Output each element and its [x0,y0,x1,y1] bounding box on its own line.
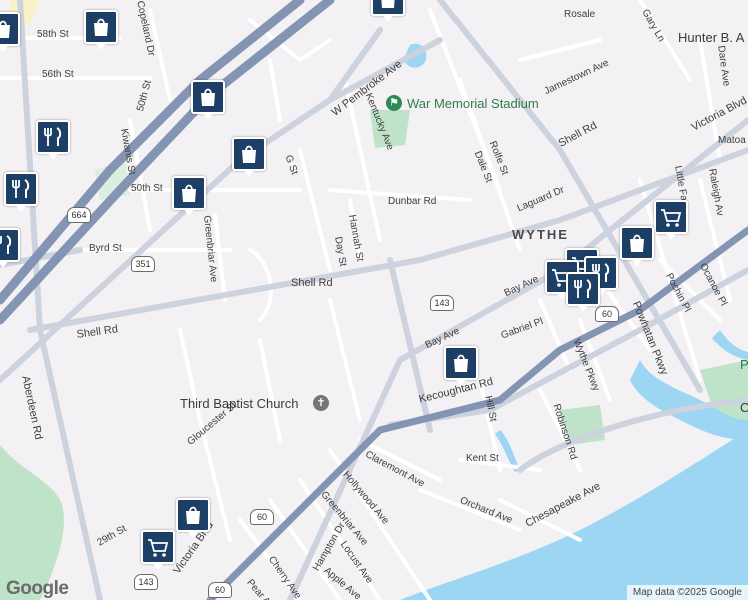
route-shield: 351 [131,256,155,272]
shopping-bag-icon[interactable] [191,80,225,122]
route-shield: 60 [208,582,232,598]
poi-third-baptist-church[interactable]: Third Baptist Church [180,396,299,411]
street-label: Matoa [718,135,746,146]
route-shield: 664 [67,207,91,223]
shopping-bag-icon[interactable] [371,0,405,24]
map-attribution[interactable]: Map data ©2025 Google [626,585,748,600]
stadium-icon[interactable]: ⚑ [386,95,402,111]
street-label: 50th St [131,183,163,194]
shopping-bag-icon[interactable] [620,226,654,268]
route-shield: 60 [250,509,274,525]
shopping-bag-icon[interactable] [176,498,210,540]
poi-hunter[interactable]: Hunter B. A [678,30,744,45]
church-icon[interactable]: ✝ [313,395,329,411]
shopping-bag-icon[interactable] [172,176,206,218]
shopping-bag-icon[interactable] [444,346,478,388]
map-canvas[interactable]: WYTHE 58th St 56th St 50th St 50th St Co… [0,0,748,600]
street-label: Dunbar Rd [388,196,437,207]
shopping-cart-icon[interactable] [654,200,688,242]
shopping-bag-icon[interactable] [84,10,118,52]
street-label: 56th St [42,69,74,80]
poi-c: C [740,400,748,415]
route-shield: 143 [134,574,158,590]
street-label: Rosale [564,9,596,20]
district-label: WYTHE [512,227,569,242]
restaurant-icon[interactable] [4,172,38,214]
street-label: Byrd St [89,243,122,254]
shopping-bag-icon[interactable] [232,137,266,179]
street-label: 58th St [37,29,69,40]
street-label: Shell Rd [291,277,333,289]
route-shield: 143 [430,295,454,311]
shopping-bag-icon[interactable] [0,12,20,54]
google-logo: Google [6,578,69,599]
restaurant-icon[interactable] [36,120,70,162]
restaurant-icon[interactable] [566,272,600,314]
restaurant-icon[interactable] [0,228,20,270]
poi-war-memorial-stadium[interactable]: War Memorial Stadium [407,96,539,111]
poi-p: P [740,357,748,372]
street-label: Kent St [466,453,499,464]
shopping-cart-icon[interactable] [141,530,175,572]
